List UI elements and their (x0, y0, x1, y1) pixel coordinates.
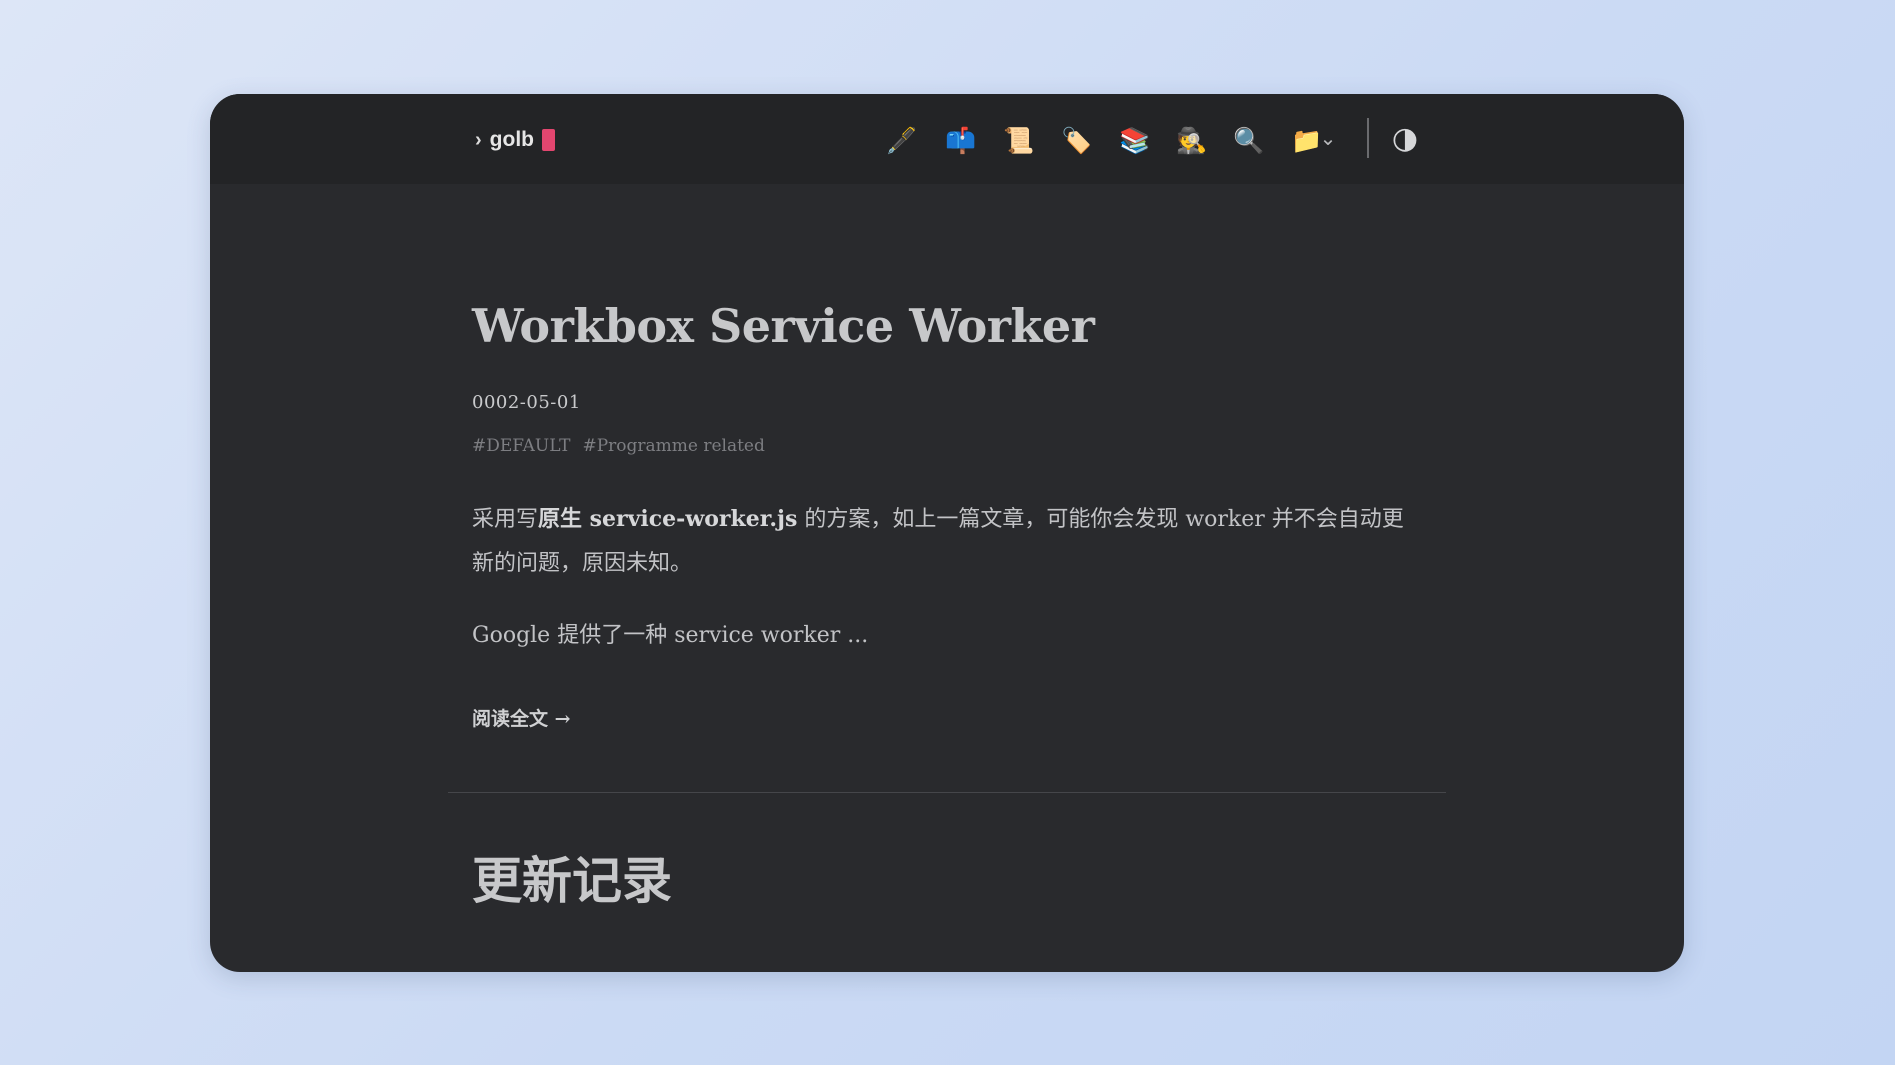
top-navigation-bar: › golb 🖋️ 📫 📜 🏷️ 📚 🕵️ 🔍 📁 ⌄ ◑ (210, 94, 1684, 184)
tag-programme-related[interactable]: #Programme related (582, 436, 764, 456)
scroll-icon[interactable]: 📜 (999, 119, 1039, 161)
post-excerpt: 采用写原生 service-worker.js 的方案，如上一篇文章，可能你会发… (472, 497, 1422, 586)
magnifier-icon[interactable]: 🔍 (1229, 119, 1269, 161)
post-title[interactable]: Workbox Service Worker (472, 299, 1095, 353)
section-title: 更新记录 (472, 851, 672, 910)
excerpt-bold: 原生 service-worker.js (538, 506, 798, 532)
read-more-link[interactable]: 阅读全文 → (472, 704, 571, 731)
excerpt-prefix: 采用写 (472, 507, 539, 532)
nav-divider (1367, 118, 1369, 158)
section-divider (448, 792, 1446, 793)
tag-default[interactable]: #DEFAULT (472, 436, 570, 456)
site-name: golb (489, 128, 534, 151)
tag-icon[interactable]: 🏷️ (1057, 119, 1097, 161)
post-tags: #DEFAULT #Programme related (472, 436, 765, 456)
mailbox-icon[interactable]: 📫 (941, 119, 981, 161)
post-excerpt-second: Google 提供了一种 service worker ... (472, 623, 869, 648)
theme-toggle-icon[interactable]: ◑ (1385, 118, 1425, 160)
pen-icon[interactable]: 🖋️ (882, 119, 922, 161)
detective-icon[interactable]: 🕵️ (1172, 119, 1212, 161)
chevron-down-icon[interactable]: ⌄ (1316, 117, 1340, 159)
post-date: 0002-05-01 (472, 392, 581, 413)
prompt-chevron-icon: › (475, 128, 482, 151)
site-logo-link[interactable]: › golb (475, 124, 555, 156)
books-icon[interactable]: 📚 (1115, 119, 1155, 161)
app-window: › golb 🖋️ 📫 📜 🏷️ 📚 🕵️ 🔍 📁 ⌄ ◑ Workbox Se… (210, 94, 1684, 972)
terminal-cursor-icon (542, 129, 555, 151)
